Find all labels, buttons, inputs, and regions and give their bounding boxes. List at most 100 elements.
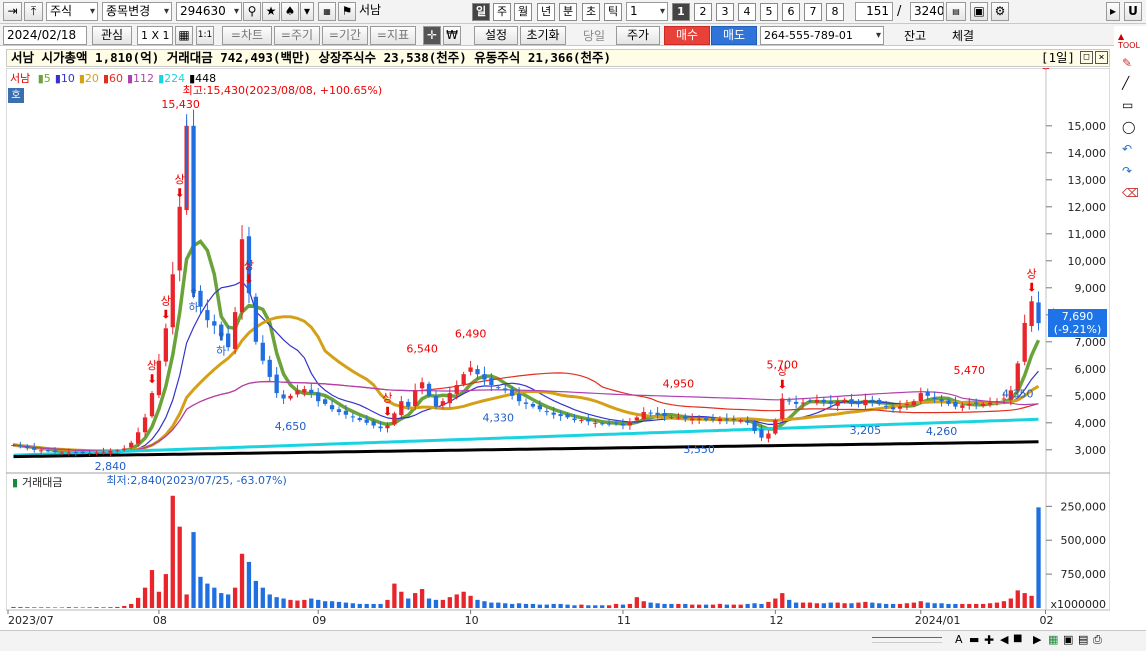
excel-icon[interactable]: ▦	[1048, 633, 1058, 646]
indicator-button[interactable]: =지표	[370, 26, 416, 45]
scroll-all-icon[interactable]: ▤	[946, 2, 966, 21]
buy-button[interactable]: 매수	[664, 26, 710, 45]
maximize-icon[interactable]: □	[1080, 51, 1093, 64]
settings-button[interactable]: 설정	[474, 26, 518, 45]
calculator-icon[interactable]: ▦	[175, 26, 193, 45]
lower-limit-arrow: ⬆	[216, 329, 226, 343]
crosshair-icon[interactable]: ✛	[423, 26, 441, 45]
print-icon[interactable]: ⎙	[1093, 633, 1102, 647]
page-5[interactable]: 5	[760, 3, 778, 21]
period-second[interactable]: 초	[582, 3, 600, 21]
page-6[interactable]: 6	[782, 3, 800, 21]
display-count-input[interactable]: 151	[855, 2, 893, 21]
circle-icon[interactable]: ◯	[1122, 120, 1135, 134]
pen-icon[interactable]: ✎	[1122, 56, 1132, 70]
candle-body	[766, 433, 771, 439]
balance-label: 잔고	[904, 29, 927, 43]
gear-icon[interactable]: ⚙	[991, 2, 1009, 21]
candle-body	[565, 414, 570, 418]
chart-area[interactable]: 3,0004,0005,0006,0007,0008,0009,00010,00…	[6, 68, 1110, 628]
chart-legend: 서남 ▮5 ▮10 ▮20 ▮60 ▮112 ▮224 ▮448	[10, 70, 216, 86]
price-type-button[interactable]: 주가	[616, 26, 660, 45]
zoom-in-icon[interactable]: ✚	[984, 633, 994, 647]
candle-body	[205, 310, 210, 321]
ho-badge[interactable]: 호	[8, 88, 24, 103]
candle-body	[316, 392, 321, 402]
x-tick-label: 10	[465, 614, 479, 627]
collapse-icon[interactable]: ▸	[1106, 2, 1120, 21]
spade-icon[interactable]: ♠	[281, 2, 299, 21]
reset-button[interactable]: 초기화	[520, 26, 566, 45]
candle-body	[676, 417, 681, 419]
period-year[interactable]: 년	[537, 3, 555, 21]
image-icon[interactable]: ▤	[1078, 633, 1088, 646]
volume-bar	[496, 602, 501, 608]
one-to-one-icon[interactable]: 1:1	[196, 26, 214, 45]
period-month[interactable]: 월	[514, 3, 532, 21]
candle-body	[378, 426, 383, 429]
font-size-icon[interactable]: A	[955, 633, 963, 646]
period-day[interactable]: 일	[472, 3, 490, 21]
zoom-out-icon[interactable]: ▬	[969, 633, 979, 646]
legend-ma-112: ▮112	[127, 72, 155, 85]
candle-body	[627, 421, 633, 426]
search-icon[interactable]: ⚲	[243, 2, 261, 21]
chart-button[interactable]: =차트	[222, 26, 272, 45]
page-1[interactable]: 1	[672, 3, 690, 21]
tool-icon[interactable]: ▲ TOOL	[1118, 32, 1140, 50]
user-icon[interactable]: U	[1124, 2, 1142, 21]
flag-icon[interactable]: ⚑	[338, 2, 356, 21]
period-tick[interactable]: 틱	[604, 3, 622, 21]
account-select[interactable]: 264-555-789-01	[760, 26, 884, 45]
volume-bar	[980, 603, 986, 608]
stock-code-input[interactable]: 294630	[176, 2, 242, 21]
period-button[interactable]: =주기	[274, 26, 320, 45]
close-icon[interactable]: ×	[1095, 51, 1108, 64]
eraser-icon[interactable]: ⌫	[1122, 186, 1139, 200]
save-icon[interactable]: ▣	[970, 2, 988, 21]
volume-bar	[717, 603, 723, 608]
grid-icon[interactable]: ▦	[318, 2, 336, 21]
page-4[interactable]: 4	[738, 3, 756, 21]
zoom-slider[interactable]	[872, 637, 942, 643]
top-icon[interactable]: ⤒	[24, 2, 43, 21]
candle-body	[641, 412, 646, 420]
prev-icon[interactable]: ◀	[1000, 633, 1008, 646]
dropdown-icon[interactable]: ▾	[300, 2, 314, 21]
volume-bar	[281, 598, 286, 608]
page-8[interactable]: 8	[826, 3, 844, 21]
date-input[interactable]: 2024/02/18	[3, 26, 87, 45]
star-icon[interactable]: ★	[262, 2, 280, 21]
volume-bar	[780, 593, 785, 608]
range-button[interactable]: =기간	[322, 26, 368, 45]
volume-bar	[821, 603, 826, 608]
page-3[interactable]: 3	[716, 3, 734, 21]
volume-bar	[516, 603, 522, 608]
market-select[interactable]: 주식	[46, 2, 98, 21]
page-2[interactable]: 2	[694, 3, 712, 21]
candle-body	[793, 401, 799, 404]
won-icon[interactable]: ₩	[443, 26, 461, 45]
sell-button[interactable]: 매도	[711, 26, 757, 45]
volume-tick-label: 500,000	[1061, 534, 1107, 547]
next-icon[interactable]: ▶	[1033, 633, 1041, 646]
period-minute[interactable]: 분	[559, 3, 577, 21]
volume-bar	[946, 603, 951, 608]
undo-icon[interactable]: ↶	[1122, 142, 1132, 156]
volume-bar	[260, 587, 265, 608]
watch-button[interactable]: 관심	[92, 26, 132, 45]
pin-icon[interactable]: ⇥	[3, 2, 22, 21]
volume-bar	[219, 593, 224, 608]
stock-change-select[interactable]: 종목변경	[102, 2, 172, 21]
line-icon[interactable]: ╱	[1122, 76, 1129, 90]
period-value-select[interactable]: 1	[626, 2, 668, 21]
volume-bar	[45, 607, 51, 608]
page-7[interactable]: 7	[804, 3, 822, 21]
stop-icon[interactable]: ■	[1013, 633, 1022, 644]
layout-field[interactable]: 1 X 1	[137, 26, 173, 45]
disk-icon[interactable]: ▣	[1063, 633, 1073, 646]
rectangle-icon[interactable]: ▭	[1122, 98, 1133, 112]
period-week[interactable]: 주	[493, 3, 511, 21]
redo-icon[interactable]: ↷	[1122, 164, 1132, 178]
volume-bar	[648, 602, 653, 608]
